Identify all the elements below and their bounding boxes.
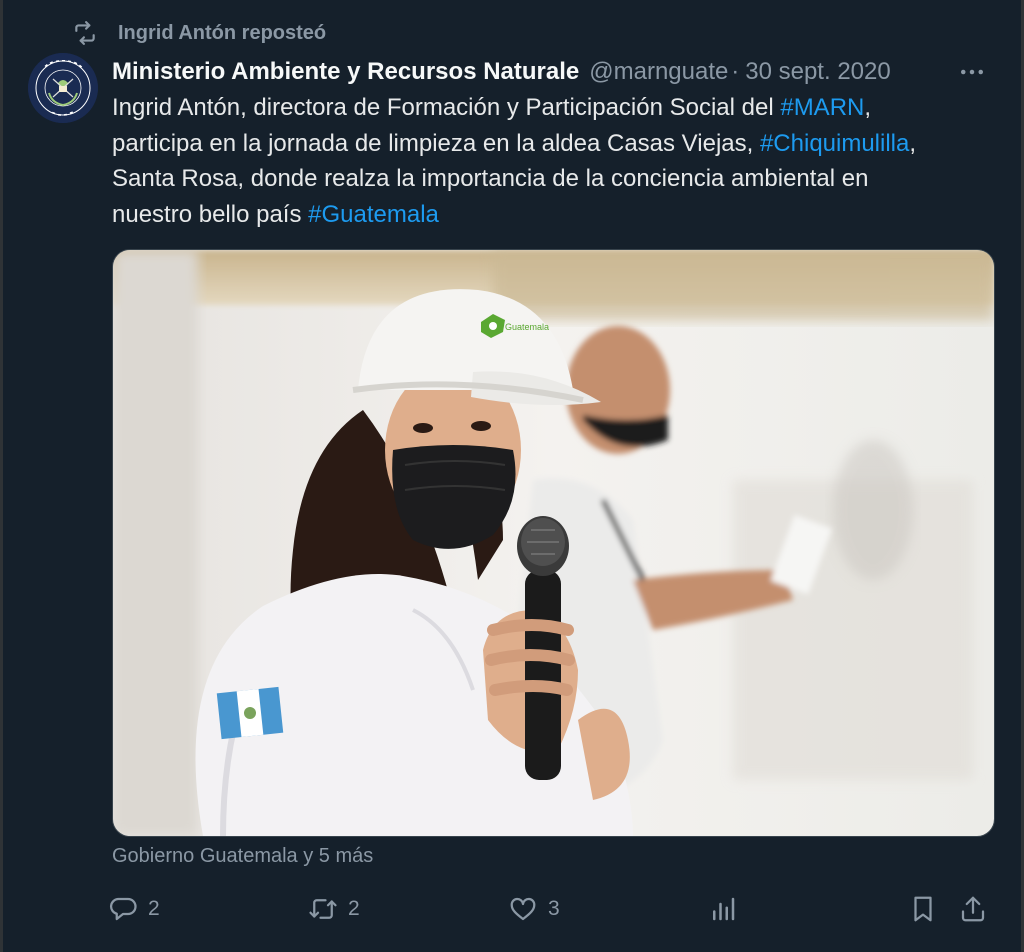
reply-count: 2 <box>148 897 160 920</box>
reply-icon <box>109 897 137 921</box>
author-display-name[interactable]: Ministerio Ambiente y Recursos Naturale <box>112 58 579 86</box>
bookmark-icon <box>914 896 932 922</box>
more-options-button[interactable] <box>952 56 992 88</box>
repost-count: 2 <box>348 897 360 920</box>
hashtag-guatemala[interactable]: #Guatemala <box>308 201 439 228</box>
text-segment: , <box>909 129 917 157</box>
hashtag-chiquimulilla[interactable]: #Chiquimulilla <box>760 130 909 157</box>
views-button[interactable] <box>708 888 738 930</box>
repost-action-icon <box>309 899 337 919</box>
text-segment: participa en la jornada de limpieza en l… <box>112 129 760 157</box>
share-icon <box>961 896 985 922</box>
photo-woman-with-microphone: Guatemala <box>113 250 994 836</box>
repost-context[interactable]: Ingrid Antón reposteó <box>72 18 326 48</box>
more-icon <box>961 69 983 75</box>
tweet-timestamp[interactable]: 30 sept. 2020 <box>745 58 890 86</box>
left-frame-edge <box>0 0 3 952</box>
reply-button[interactable]: 2 <box>108 888 160 930</box>
tweet-action-bar: 2 2 3 <box>108 888 998 930</box>
tweet-header: Ministerio Ambiente y Recursos Naturale … <box>112 52 1002 92</box>
bookmark-button[interactable] <box>908 888 938 930</box>
share-button[interactable] <box>958 888 988 930</box>
government-seal-icon <box>28 53 98 123</box>
text-segment: nuestro bello país <box>112 200 309 228</box>
text-segment: Ingrid Antón, directora de Formación y P… <box>112 94 781 121</box>
heart-icon <box>510 897 536 921</box>
tweet-text-line-1: Ingrid Antón, directora de Formación y P… <box>112 90 1002 126</box>
hashtag-marn[interactable]: #MARN <box>780 94 864 121</box>
repost-label: Ingrid Antón reposteó <box>118 21 327 44</box>
tagged-users[interactable]: Gobierno Guatemala y 5 más <box>112 845 373 868</box>
tweet-text-line-4: nuestro bello país #Guatemala <box>112 197 1002 233</box>
analytics-icon <box>713 897 735 921</box>
cap-logo-text: Guatemala <box>505 322 549 332</box>
repost-icon <box>72 20 98 46</box>
tweet-text-line-3: Santa Rosa, donde realza la importancia … <box>112 165 869 192</box>
separator-dot: · <box>731 58 740 85</box>
text-segment: , <box>864 94 872 121</box>
tweet-photo[interactable]: Guatemala <box>112 249 995 837</box>
like-button[interactable]: 3 <box>508 888 560 930</box>
tweet-text: Ingrid Antón, directora de Formación y P… <box>112 90 1002 232</box>
repost-button[interactable]: 2 <box>308 888 360 930</box>
like-count: 3 <box>548 897 560 920</box>
tweet-text-line-2: participa en la jornada de limpieza en l… <box>112 126 1002 162</box>
avatar[interactable] <box>28 53 98 123</box>
author-handle[interactable]: @marnguate <box>589 58 729 86</box>
